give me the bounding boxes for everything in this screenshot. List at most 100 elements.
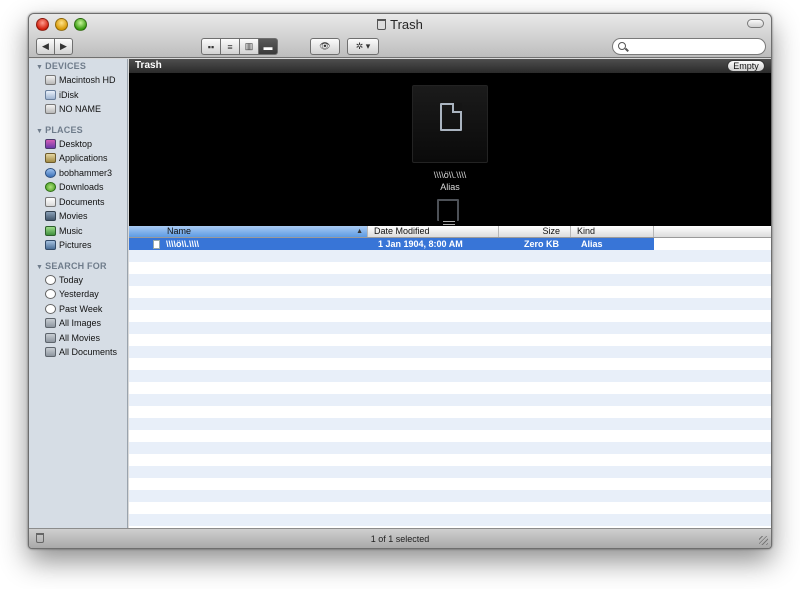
sidebar-item-music[interactable]: Music xyxy=(29,224,127,239)
empty-trash-button[interactable]: Empty xyxy=(727,60,765,72)
sidebar-item-all-documents[interactable]: All Documents xyxy=(29,345,127,360)
sidebar-item-label: iDisk xyxy=(59,89,79,100)
sidebar-item-yesterday[interactable]: Yesterday xyxy=(29,287,127,302)
column-header-kind[interactable]: Kind xyxy=(571,226,654,237)
movies-icon xyxy=(45,211,56,222)
sidebar-item-label: Movies xyxy=(59,211,88,221)
folder-icon xyxy=(45,347,56,358)
search-input[interactable] xyxy=(629,40,759,53)
sidebar-section-places[interactable]: ▼ PLACES xyxy=(29,123,127,137)
search-field[interactable] xyxy=(612,38,766,55)
back-button[interactable]: ◀ xyxy=(36,38,55,55)
sidebar-item-label: NO NAME xyxy=(59,104,102,114)
column-header-filler xyxy=(654,226,771,237)
view-mode-selector: ▪▪ ≡ ▥ ▬ xyxy=(201,38,278,55)
sidebar-item-downloads[interactable]: Downloads xyxy=(29,180,127,195)
sidebar-item-label: Applications xyxy=(59,153,108,163)
disclosure-triangle-icon: ▼ xyxy=(36,64,44,71)
coverflow-item-name: \\\\ö\\.\\\\ xyxy=(433,170,467,180)
coverflow-scroller[interactable] xyxy=(443,221,455,225)
sidebar-section-devices[interactable]: ▼ DEVICES xyxy=(29,59,127,73)
coverflow-view[interactable]: \\\\ö\\.\\\\ Alias xyxy=(129,73,771,226)
icon-view-icon: ▪▪ xyxy=(207,41,215,52)
sidebar-item-past-week[interactable]: Past Week xyxy=(29,302,127,317)
clock-icon xyxy=(45,274,56,285)
disclosure-triangle-icon: ▼ xyxy=(36,263,44,271)
sidebar-item-label: All Movies xyxy=(59,332,101,343)
finder-window: Trash ◀ ▶ ▪▪ ≡ ▥ ▬ 👁 ✲ ▾ ▼ DEVICES Macinto… xyxy=(28,13,772,549)
gear-icon: ✲ ▾ xyxy=(355,41,371,51)
sidebar-item-label: Documents xyxy=(59,196,105,207)
column-header-date[interactable]: Date Modified xyxy=(368,226,499,237)
sidebar-item-label: Desktop xyxy=(59,138,93,149)
desktop-icon xyxy=(45,138,56,149)
sidebar-item-bobhammer3[interactable]: bobhammer3 xyxy=(29,166,127,181)
column-header-size[interactable]: Size xyxy=(499,226,571,237)
toolbar-toggle-button[interactable] xyxy=(747,19,764,28)
coverflow-item[interactable] xyxy=(412,85,488,163)
coverflow-view-icon: ▬ xyxy=(263,41,273,52)
disclosure-triangle-icon: ▼ xyxy=(36,127,44,135)
coverflow-reflection xyxy=(437,199,459,221)
sidebar-item-today[interactable]: Today xyxy=(29,273,127,288)
sidebar-item-label: Music xyxy=(59,225,83,236)
sidebar-item-label: All Images xyxy=(59,318,102,328)
document-icon xyxy=(440,103,462,131)
path-bar-title: Trash xyxy=(135,60,162,71)
column-view-button[interactable]: ▥ xyxy=(239,38,259,55)
sidebar-item-desktop[interactable]: Desktop xyxy=(29,137,127,152)
eye-icon: 👁 xyxy=(319,41,331,51)
apps-icon xyxy=(45,153,56,164)
content-area: Trash Empty \\\\ö\\.\\\\ Alias Name ▲ Dat… xyxy=(129,59,771,530)
resize-grip[interactable] xyxy=(759,536,768,545)
sidebar-section-title: SEARCH FOR xyxy=(45,260,107,271)
downloads-icon xyxy=(45,182,56,193)
sidebar-item-label: Downloads xyxy=(59,182,104,192)
trash-icon xyxy=(377,19,387,30)
sidebar-item-documents[interactable]: Documents xyxy=(29,195,127,210)
sidebar-item-idisk[interactable]: iDisk xyxy=(29,88,127,103)
sidebar-item-label: Macintosh HD xyxy=(59,75,116,85)
pictures-icon xyxy=(45,240,56,251)
icon-view-button[interactable]: ▪▪ xyxy=(201,38,221,55)
disk-icon xyxy=(45,75,56,86)
title-bar[interactable]: Trash ◀ ▶ ▪▪ ≡ ▥ ▬ 👁 ✲ ▾ xyxy=(29,14,771,58)
coverflow-item-kind: Alias xyxy=(440,182,460,192)
column-header-name[interactable]: Name ▲ xyxy=(129,226,368,237)
file-rows: \\\\ö\\.\\\\ 1 Jan 1904, 8:00 AM Zero KB… xyxy=(129,238,771,530)
trash-status-icon xyxy=(36,533,44,543)
sort-ascending-icon: ▲ xyxy=(356,228,363,235)
file-list: Name ▲ Date Modified Size Kind \\\\ö\\.\\… xyxy=(129,226,771,530)
sidebar-item-pictures[interactable]: Pictures xyxy=(29,238,127,253)
sidebar-item-label: bobhammer3 xyxy=(59,167,113,178)
clock-icon xyxy=(45,289,56,300)
docs-icon xyxy=(45,196,56,207)
sidebar-section-title: PLACES xyxy=(45,124,83,135)
sidebar-item-label: Yesterday xyxy=(59,289,99,299)
disk-icon xyxy=(45,104,56,115)
status-bar: 1 of 1 selected xyxy=(29,528,771,548)
sidebar-item-no-name[interactable]: NO NAME xyxy=(29,102,127,117)
sidebar-item-movies[interactable]: Movies xyxy=(29,209,127,224)
status-text: 1 of 1 selected xyxy=(370,534,430,544)
forward-button[interactable]: ▶ xyxy=(54,38,73,55)
sidebar-section-title: DEVICES xyxy=(45,61,87,71)
table-row[interactable]: \\\\ö\\.\\\\ 1 Jan 1904, 8:00 AM Zero KB… xyxy=(129,238,654,250)
sidebar-item-all-images[interactable]: All Images xyxy=(29,316,127,331)
row-date-cell: 1 Jan 1904, 8:00 AM xyxy=(378,239,463,249)
folder-icon xyxy=(45,332,56,343)
back-arrow-icon: ◀ xyxy=(42,41,49,51)
sidebar-item-macintosh-hd[interactable]: Macintosh HD xyxy=(29,73,127,88)
sidebar-item-label: Today xyxy=(59,274,84,285)
path-bar: Trash Empty xyxy=(129,59,771,73)
music-icon xyxy=(45,225,56,236)
quick-look-button[interactable]: 👁 xyxy=(310,38,340,55)
column-view-icon: ▥ xyxy=(244,41,254,51)
sidebar-item-applications[interactable]: Applications xyxy=(29,151,127,166)
home-icon xyxy=(45,167,56,178)
sidebar-section-search-for[interactable]: ▼ SEARCH FOR xyxy=(29,259,127,273)
list-view-button[interactable]: ≡ xyxy=(220,38,240,55)
coverflow-view-button[interactable]: ▬ xyxy=(258,38,278,55)
sidebar-item-all-movies[interactable]: All Movies xyxy=(29,331,127,346)
action-menu-button[interactable]: ✲ ▾ xyxy=(347,38,379,55)
